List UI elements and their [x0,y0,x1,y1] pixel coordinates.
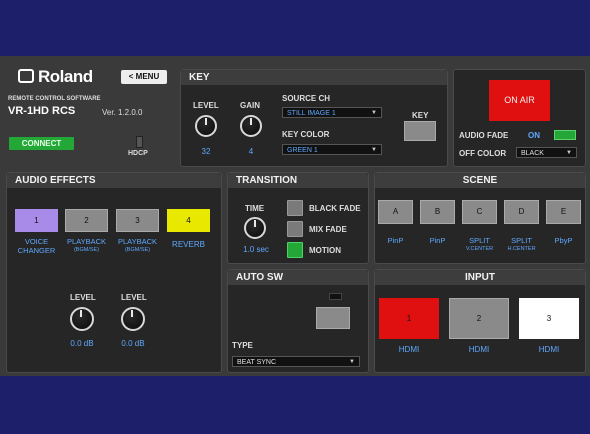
key-button-label: KEY [412,111,429,120]
input-button-2[interactable]: 2 [449,298,509,339]
version-label: Ver. 1.2.0.0 [102,108,143,117]
audio-effect-label-1: VOICE CHANGER [17,237,56,255]
transition-title: TRANSITION [228,173,368,188]
audio-effect-label-4: REVERB [172,240,205,249]
audio-effect-label-2: PLAYBACK (BGM/SE) [66,237,107,253]
auto-sw-panel: AUTO SW TYPE BEAT SYNC ▼ [227,269,369,373]
audio-effect-button-2[interactable]: 2 [65,209,108,232]
source-ch-value: STILL IMAGE 1 [287,110,336,117]
software-label: REMOTE CONTROL SOFTWARE [8,96,101,102]
chevron-down-icon: ▼ [566,150,572,156]
type-label: TYPE [232,341,253,350]
scene-label-c: SPLIT V.CENTER [465,236,494,252]
mix-fade-label: MIX FADE [309,225,347,234]
audio-level-knob-2[interactable] [121,307,145,331]
audio-fade-state: ON [528,131,540,140]
auto-sw-indicator [329,293,342,300]
audio-effect-label-3: PLAYBACK (BGM/SE) [117,237,158,253]
auto-sw-button[interactable] [316,307,350,329]
scene-label-b: PinP [429,236,446,245]
key-color-value: GREEN 1 [287,147,318,154]
scene-title: SCENE [375,173,585,188]
auto-sw-title: AUTO SW [228,270,368,285]
key-title: KEY [181,70,447,85]
off-color-value: BLACK [521,150,544,157]
chevron-down-icon: ▼ [349,359,355,365]
audio-level-label-2: LEVEL [121,293,147,302]
app-window: Roland < MENU REMOTE CONTROL SOFTWARE VR… [0,56,590,376]
scene-button-d[interactable]: D [504,200,539,224]
audio-fade-toggle[interactable] [554,130,576,140]
product-name: VR-1HD RCS [8,105,76,117]
transition-time-knob[interactable] [244,217,266,239]
black-fade-button[interactable] [287,200,303,216]
key-color-label: KEY COLOR [282,130,330,139]
key-color-select[interactable]: GREEN 1 ▼ [282,144,382,155]
key-level-value: 32 [201,147,211,156]
chevron-down-icon: ▼ [371,110,377,116]
on-air-panel: ON AIR AUDIO FADE ON OFF COLOR BLACK ▼ [453,69,586,167]
hdcp-label: HDCP [128,150,148,157]
roland-logo: Roland [18,67,110,86]
scene-button-e[interactable]: E [546,200,581,224]
scene-panel: SCENE A PinP B PinP C SPLIT V.CENTER D S… [374,172,586,264]
audio-effect-button-1[interactable]: 1 [15,209,58,232]
mix-fade-button[interactable] [287,221,303,237]
input-label-2: HDMI [468,345,490,354]
scene-button-c[interactable]: C [462,200,497,224]
scene-label-d: SPLIT H.CENTER [507,236,536,252]
time-value: 1.0 sec [243,245,269,254]
auto-sw-type-select[interactable]: BEAT SYNC ▼ [232,356,360,367]
audio-effects-panel: AUDIO EFFECTS 1 VOICE CHANGER 2 PLAYBACK… [6,172,222,373]
auto-sw-type-value: BEAT SYNC [237,359,277,366]
key-gain-value: 4 [248,147,254,156]
input-panel: INPUT 1 HDMI 2 HDMI 3 HDMI [374,269,586,373]
scene-label-e: PbyP [554,236,573,245]
key-level-label: LEVEL [193,101,219,110]
connect-button[interactable]: CONNECT [9,137,74,150]
input-label-3: HDMI [538,345,560,354]
hdcp-indicator [136,136,143,148]
input-button-1[interactable]: 1 [379,298,439,339]
audio-level-knob-1[interactable] [70,307,94,331]
motion-label: MOTION [309,246,341,255]
audio-effects-title: AUDIO EFFECTS [7,173,221,188]
input-title: INPUT [375,270,585,285]
audio-level-label-1: LEVEL [70,293,96,302]
key-gain-label: GAIN [240,101,260,110]
input-label-1: HDMI [398,345,420,354]
audio-level-value-1: 0.0 dB [70,339,94,348]
transition-panel: TRANSITION TIME 1.0 sec BLACK FADE MIX F… [227,172,369,264]
scene-button-a[interactable]: A [378,200,413,224]
off-color-label: OFF COLOR [459,149,507,158]
menu-button[interactable]: < MENU [121,70,167,84]
audio-effect-button-4[interactable]: 4 [167,209,210,232]
source-ch-label: SOURCE CH [282,94,331,103]
audio-level-value-2: 0.0 dB [121,339,145,348]
audio-fade-label: AUDIO FADE [459,131,509,140]
time-label: TIME [245,204,265,213]
key-gain-knob[interactable] [240,115,262,137]
scene-button-b[interactable]: B [420,200,455,224]
key-button[interactable] [404,121,436,141]
key-level-knob[interactable] [195,115,217,137]
key-panel: KEY LEVEL 32 GAIN 4 SOURCE CH STILL IMAG… [180,69,448,167]
roland-r-icon [18,69,34,83]
chevron-down-icon: ▼ [371,147,377,153]
source-ch-select[interactable]: STILL IMAGE 1 ▼ [282,107,382,118]
input-button-3[interactable]: 3 [519,298,579,339]
scene-label-a: PinP [387,236,404,245]
roland-logo-text: Roland [38,67,93,86]
motion-button[interactable] [287,242,303,258]
audio-effect-button-3[interactable]: 3 [116,209,159,232]
black-fade-label: BLACK FADE [309,204,361,213]
on-air-button[interactable]: ON AIR [489,80,550,121]
off-color-select[interactable]: BLACK ▼ [516,147,577,158]
